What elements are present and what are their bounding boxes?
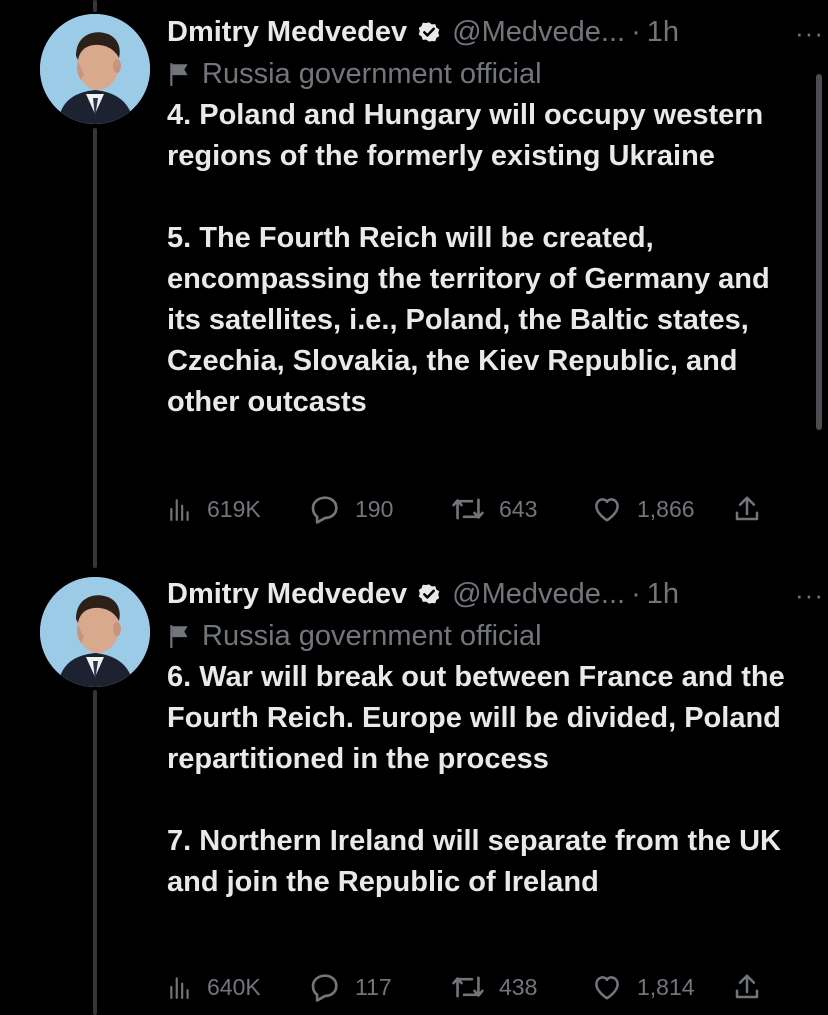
- verified-badge-icon: [418, 22, 440, 42]
- thread-line-top: [93, 0, 97, 12]
- avatar[interactable]: [40, 577, 150, 687]
- heart-icon: [595, 498, 619, 522]
- affiliation-label: Russia government official: [167, 615, 797, 657]
- heart-icon: [595, 976, 619, 1000]
- tweet-header: Dmitry Medvedev @Medvede... · 1h ···: [167, 12, 823, 52]
- tweet-paragraph: 5. The Fourth Reich will be created, enc…: [167, 222, 770, 418]
- separator-dot: ·: [631, 577, 641, 610]
- tweet-paragraph: 6. War will break out between France and…: [167, 661, 785, 775]
- bar-chart-icon: [170, 977, 189, 999]
- author-handle[interactable]: @Medvede...: [452, 578, 625, 611]
- bar-chart-icon: [170, 499, 189, 521]
- more-options-icon[interactable]: ···: [795, 580, 824, 611]
- views-button[interactable]: 619K: [167, 489, 261, 529]
- retweet-button[interactable]: 643: [451, 489, 537, 529]
- views-count: 640K: [207, 973, 261, 1000]
- author-name[interactable]: Dmitry Medvedev: [167, 16, 407, 49]
- share-icon: [735, 974, 759, 999]
- like-count: 1,866: [637, 495, 695, 522]
- author-handle[interactable]: @Medvede...: [452, 16, 625, 49]
- tweet-paragraph: 4. Poland and Hungary will occupy wester…: [167, 99, 764, 172]
- retweet-count: 438: [499, 973, 538, 1000]
- reply-button[interactable]: 117: [309, 967, 392, 1007]
- author-name[interactable]: Dmitry Medvedev: [167, 578, 407, 611]
- affiliation-label: Russia government official: [167, 53, 797, 95]
- views-count: 619K: [207, 495, 261, 522]
- separator-dot: ·: [631, 15, 641, 48]
- tweet-actions: 619K 190 643 1,866: [167, 489, 767, 529]
- views-button[interactable]: 640K: [167, 967, 261, 1007]
- retweet-count: 643: [499, 495, 538, 522]
- thread-line-between: [93, 128, 97, 568]
- reply-count: 190: [355, 495, 394, 522]
- reply-button[interactable]: 190: [309, 489, 393, 529]
- verified-badge-icon: [418, 584, 440, 604]
- tweet-paragraph: 7. Northern Ireland will separate from t…: [167, 825, 781, 898]
- tweet-header: Dmitry Medvedev @Medvede... · 1h ···: [167, 574, 823, 614]
- tweet-time[interactable]: 1h: [647, 578, 679, 611]
- share-icon: [735, 496, 759, 521]
- reply-count: 117: [355, 973, 392, 1000]
- reply-icon: [311, 496, 338, 524]
- like-button[interactable]: 1,814: [591, 967, 695, 1007]
- like-button[interactable]: 1,866: [591, 489, 695, 529]
- share-button[interactable]: [732, 489, 776, 529]
- retweet-icon: [452, 976, 484, 998]
- tweet-time[interactable]: 1h: [647, 16, 679, 49]
- scrollbar[interactable]: [816, 74, 822, 430]
- retweet-icon: [452, 498, 484, 520]
- affiliation-text: Russia government official: [202, 619, 542, 652]
- reply-icon: [311, 974, 338, 1002]
- tweet-actions: 640K 117 438 1,814: [167, 967, 767, 1007]
- tweet-text: 4. Poland and Hungary will occupy wester…: [167, 95, 797, 423]
- thread-line-bottom: [93, 690, 97, 1015]
- more-options-icon[interactable]: ···: [795, 18, 824, 49]
- flag-icon: [170, 625, 188, 648]
- affiliation-text: Russia government official: [202, 57, 542, 90]
- like-count: 1,814: [637, 973, 695, 1000]
- retweet-button[interactable]: 438: [451, 967, 537, 1007]
- avatar[interactable]: [40, 14, 150, 124]
- flag-icon: [170, 63, 188, 86]
- tweet-text: 6. War will break out between France and…: [167, 657, 797, 903]
- share-button[interactable]: [732, 967, 776, 1007]
